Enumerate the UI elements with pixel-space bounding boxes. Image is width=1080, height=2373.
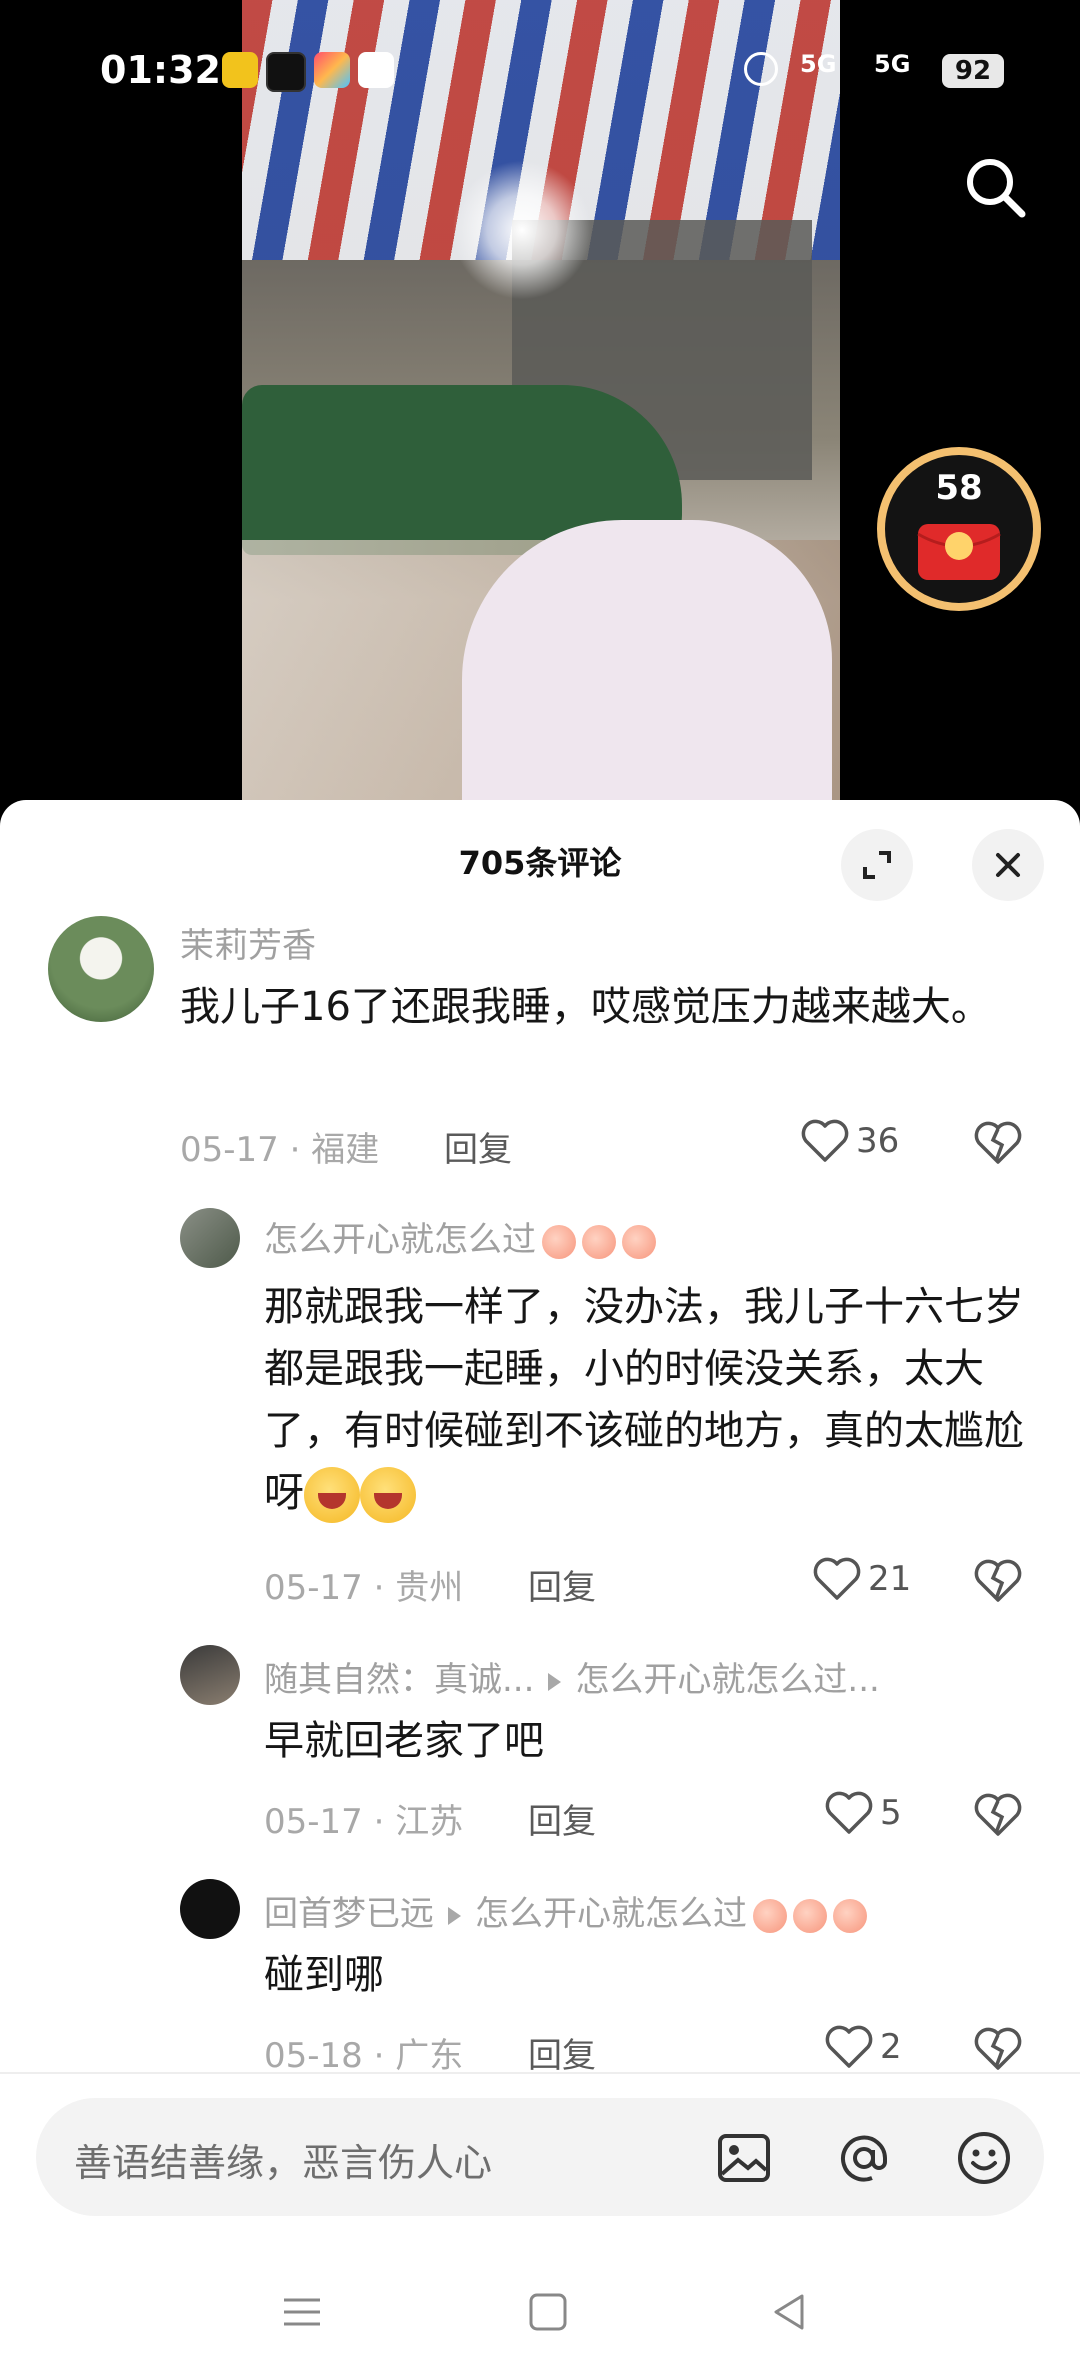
comment-input[interactable]: 善语结善缘，恶言伤人心 xyxy=(36,2098,1044,2216)
search-icon[interactable] xyxy=(958,150,1034,226)
like-button[interactable]: 2 xyxy=(824,2024,902,2070)
like-count: 21 xyxy=(868,1559,912,1599)
home-icon[interactable] xyxy=(520,2284,576,2340)
58-app-icon xyxy=(222,52,258,88)
reply-text[interactable]: 碰到哪 xyxy=(264,1944,1044,2006)
signal-icon: 5G xyxy=(800,50,837,78)
peach-emoji-icon xyxy=(542,1224,576,1259)
reply-text[interactable]: 那就跟我一样了，没办法，我儿子十六七岁都是跟我一起睡，小的时候没关系，太大了，有… xyxy=(264,1276,1044,1524)
like-button[interactable]: 36 xyxy=(800,1118,899,1164)
reply-date: 05-18 xyxy=(264,2036,363,2076)
comment-date: 05-17 xyxy=(180,1130,279,1170)
heart-icon xyxy=(801,1119,849,1162)
reply-button[interactable]: 回复 xyxy=(444,1122,512,1171)
comment-username[interactable]: 茉莉芳香 xyxy=(180,918,316,967)
peach-emoji-icon xyxy=(582,1224,616,1259)
light-glow xyxy=(452,160,592,300)
red-packet-button[interactable]: 58 xyxy=(876,446,1042,612)
reply-username[interactable]: 回首梦已远 怎么开心就怎么过 xyxy=(264,1886,867,1935)
expand-icon xyxy=(863,851,891,879)
peach-emoji-icon xyxy=(753,1898,787,1933)
heart-icon xyxy=(813,1557,861,1600)
comment-location: 福建 xyxy=(311,1130,380,1170)
reply-arrow-icon xyxy=(448,1906,461,1925)
reply-button[interactable]: 回复 xyxy=(528,1560,596,1609)
expand-button[interactable] xyxy=(841,829,913,901)
peach-emoji-icon xyxy=(833,1898,867,1933)
dislike-icon[interactable] xyxy=(973,2026,1023,2076)
reply-button[interactable]: 回复 xyxy=(528,1794,596,1843)
reply-meta: 05-18 · 广东 xyxy=(264,2028,463,2077)
menu-icon[interactable] xyxy=(274,2284,330,2340)
meta-dot: · xyxy=(373,2036,385,2076)
meta-dot: · xyxy=(373,1568,385,1608)
alarm-icon xyxy=(744,52,778,86)
comments-title: 705条评论 xyxy=(458,844,622,882)
reply-location: 江苏 xyxy=(395,1802,464,1842)
like-count: 2 xyxy=(880,2027,902,2067)
reply-date: 05-17 xyxy=(264,1568,363,1608)
reply-to-user: 怎么开心就怎么过... xyxy=(575,1660,880,1700)
peach-emoji-icon xyxy=(622,1224,656,1259)
app-icon xyxy=(314,52,350,88)
reply-to-user: 怎么开心就怎么过 xyxy=(475,1894,747,1934)
app-icon xyxy=(358,52,394,88)
like-button[interactable]: 21 xyxy=(812,1556,911,1602)
comment-text[interactable]: 我儿子16了还跟我睡，哎感觉压力越来越大。 xyxy=(180,976,1020,1038)
laugh-cry-emoji-icon xyxy=(304,1467,360,1523)
red-packet-count: 58 xyxy=(935,468,983,508)
reply-location: 广东 xyxy=(395,2036,464,2076)
heart-icon xyxy=(825,1791,873,1834)
reply-username-text: 随其自然：真诚... xyxy=(264,1660,535,1700)
dislike-icon[interactable] xyxy=(973,1558,1023,1608)
tiktok-icon xyxy=(266,52,306,92)
like-count: 36 xyxy=(856,1121,900,1161)
signal-icon: 5G xyxy=(874,50,911,78)
avatar[interactable] xyxy=(180,1645,240,1705)
reply-meta: 05-17 · 贵州 xyxy=(264,1560,463,1609)
battery-icon: 92 xyxy=(942,54,1004,88)
comment-input-placeholder: 善语结善缘，恶言伤人心 xyxy=(74,2141,493,2185)
dislike-icon[interactable] xyxy=(973,1120,1023,1170)
close-button[interactable] xyxy=(972,829,1044,901)
status-bar: 01:32 5G 5G 92 xyxy=(0,0,1080,140)
dislike-icon[interactable] xyxy=(973,1792,1023,1842)
divider xyxy=(0,2072,1080,2074)
at-icon[interactable] xyxy=(834,2128,894,2188)
avatar[interactable] xyxy=(180,1208,240,1268)
peach-emoji-icon xyxy=(793,1898,827,1933)
reply-arrow-icon xyxy=(548,1672,562,1691)
meta-dot: · xyxy=(289,1130,301,1170)
reply-username-text: 回首梦已远 xyxy=(264,1894,434,1934)
heart-icon xyxy=(825,2025,873,2068)
status-time: 01:32 xyxy=(100,48,221,92)
reply-location: 贵州 xyxy=(395,1568,464,1608)
emoji-icon[interactable] xyxy=(954,2128,1014,2188)
laugh-cry-emoji-icon xyxy=(360,1467,416,1523)
comment-meta: 05-17 · 福建 xyxy=(180,1122,379,1171)
navigation-bar xyxy=(0,2260,1080,2373)
reply-username[interactable]: 怎么开心就怎么过 xyxy=(264,1212,656,1261)
close-icon xyxy=(996,853,1020,877)
back-icon[interactable] xyxy=(762,2284,818,2340)
reply-username[interactable]: 随其自然：真诚... 怎么开心就怎么过... xyxy=(264,1652,880,1701)
pillow-shape xyxy=(462,520,832,800)
status-app-icons xyxy=(222,52,394,92)
reply-text[interactable]: 早就回老家了吧 xyxy=(264,1710,1044,1772)
avatar[interactable] xyxy=(180,1879,240,1939)
avatar[interactable] xyxy=(48,916,154,1022)
reply-meta: 05-17 · 江苏 xyxy=(264,1794,463,1843)
reply-date: 05-17 xyxy=(264,1802,363,1842)
reply-username-text: 怎么开心就怎么过 xyxy=(264,1220,536,1260)
like-button[interactable]: 5 xyxy=(824,1790,902,1836)
reply-button[interactable]: 回复 xyxy=(528,2028,596,2077)
image-icon[interactable] xyxy=(714,2128,774,2188)
meta-dot: · xyxy=(373,1802,385,1842)
like-count: 5 xyxy=(880,1793,902,1833)
